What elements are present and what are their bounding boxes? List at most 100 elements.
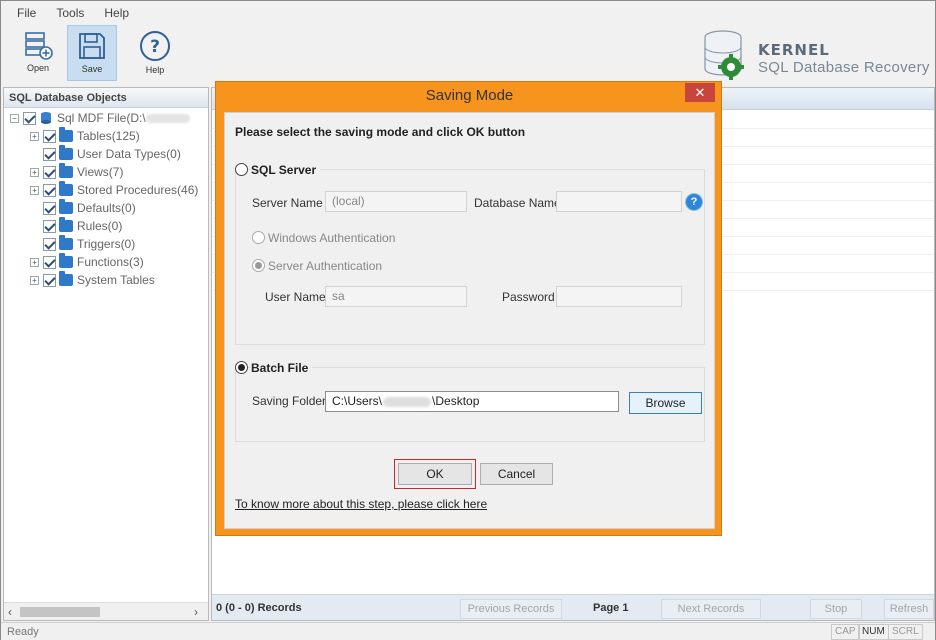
folder-icon [59, 163, 73, 178]
sql-server-radio[interactable] [235, 163, 248, 176]
server-auth-radio[interactable] [252, 259, 265, 272]
menu-file[interactable]: File [7, 5, 46, 21]
help-circle-icon[interactable]: ? [686, 194, 702, 210]
checkbox[interactable] [43, 201, 56, 215]
pager-bar: 0 (0 - 0) Records Previous Records Page … [212, 594, 934, 620]
expand-icon[interactable]: + [30, 167, 39, 177]
database-name-input[interactable] [556, 191, 682, 212]
server-name-input[interactable]: (local) [325, 191, 467, 212]
checkbox[interactable] [43, 255, 56, 269]
checkbox[interactable] [43, 273, 56, 287]
browse-button[interactable]: Browse [629, 392, 702, 414]
menu-tools[interactable]: Tools [46, 5, 94, 21]
cancel-button[interactable]: Cancel [480, 463, 553, 485]
records-count: 0 (0 - 0) Records [216, 602, 302, 614]
folder-icon [59, 127, 73, 142]
save-floppy-icon [79, 33, 105, 59]
tree-item-stored-procedures[interactable]: + Stored Procedures(46) [30, 181, 198, 199]
batch-file-label[interactable]: Batch File [251, 361, 313, 375]
expand-icon[interactable]: + [30, 257, 39, 267]
save-button[interactable]: Save [67, 25, 117, 81]
tree-item-tables[interactable]: + Tables(125) [30, 127, 140, 145]
folder-icon [59, 145, 73, 160]
tree-item-label: User Data Types(0) [77, 147, 181, 161]
open-database-icon [25, 32, 53, 60]
refresh-button[interactable]: Refresh [884, 599, 934, 619]
saving-mode-dialog: Saving Mode ✕ Please select the saving m… [215, 81, 722, 536]
checkbox[interactable] [43, 147, 56, 161]
server-auth-label: Server Authentication [268, 259, 383, 273]
batch-file-radio[interactable] [235, 361, 248, 374]
scroll-right-icon[interactable]: › [194, 605, 198, 619]
help-label: Help [145, 65, 165, 75]
open-label: Open [26, 63, 50, 73]
dialog-body: Please select the saving mode and click … [224, 112, 715, 529]
brand-title: KERNEL [758, 41, 830, 59]
password-input[interactable] [556, 286, 682, 307]
redacted-username [383, 396, 432, 407]
tree-item-label: Triggers(0) [77, 237, 136, 251]
tree-item-views[interactable]: + Views(7) [30, 163, 123, 181]
checkbox[interactable] [43, 165, 56, 179]
folder-icon [59, 199, 73, 214]
ok-button[interactable]: OK [398, 463, 472, 485]
brand-subtitle: SQL Database Recovery [758, 59, 930, 76]
status-bar: Ready CAP NUM SCRL [1, 622, 935, 640]
tree-pane: SQL Database Objects − Sql MDF File(D:\ … [3, 87, 209, 621]
tree-item-functions[interactable]: + Functions(3) [30, 253, 144, 271]
folder-icon [59, 271, 73, 286]
tree-item-label: Tables(125) [77, 129, 140, 143]
saving-folder-input[interactable]: C:\Users\ \Desktop [325, 391, 619, 412]
tree-horizontal-scrollbar[interactable]: ‹ › [4, 602, 208, 620]
scroll-thumb[interactable] [20, 607, 100, 617]
tree-item-user-data-types[interactable]: User Data Types(0) [43, 145, 181, 163]
dialog-title: Saving Mode [425, 87, 514, 104]
page-indicator: Page 1 [593, 602, 629, 614]
previous-records-button[interactable]: Previous Records [460, 599, 562, 619]
tree-item-label: Functions(3) [77, 255, 144, 269]
checkbox[interactable] [43, 183, 56, 197]
folder-icon [59, 217, 73, 232]
stop-button[interactable]: Stop [810, 599, 862, 619]
tree-root-row[interactable]: − Sql MDF File(D:\ [10, 109, 190, 127]
scroll-left-icon[interactable]: ‹ [8, 605, 12, 619]
folder-icon [59, 253, 73, 268]
tree-item-label: Stored Procedures(46) [77, 183, 199, 197]
status-text: Ready [7, 626, 39, 638]
tree-header: SQL Database Objects [4, 88, 208, 108]
tree-item-system-tables[interactable]: + System Tables [30, 271, 155, 289]
checkbox[interactable] [43, 219, 56, 233]
tree-item-triggers[interactable]: Triggers(0) [43, 235, 135, 253]
checkbox[interactable] [23, 111, 36, 125]
user-name-label: User Name [265, 290, 326, 304]
expand-icon[interactable]: + [30, 185, 39, 195]
database-icon [41, 112, 51, 124]
database-name-label: Database Name [474, 196, 561, 210]
password-label: Password [502, 290, 555, 304]
windows-auth-radio[interactable] [252, 231, 265, 244]
sql-server-label[interactable]: SQL Server [251, 163, 321, 177]
server-name-label: Server Name [252, 196, 323, 210]
checkbox[interactable] [43, 237, 56, 251]
expand-icon[interactable]: + [30, 131, 39, 141]
path-prefix: C:\Users\ [332, 394, 383, 408]
tree-item-rules[interactable]: Rules(0) [43, 217, 122, 235]
next-records-button[interactable]: Next Records [661, 599, 761, 619]
menu-help[interactable]: Help [94, 5, 139, 21]
scroll-lock-indicator: SCRL [888, 624, 923, 640]
tree-root-label: Sql MDF File(D:\ [57, 111, 146, 125]
menu-bar: File Tools Help [7, 5, 139, 21]
redacted-path [145, 113, 190, 123]
tree-item-label: Views(7) [77, 165, 124, 179]
tree-item-defaults[interactable]: Defaults(0) [43, 199, 136, 217]
help-link[interactable]: To know more about this step, please cli… [235, 497, 487, 511]
save-label: Save [81, 64, 103, 74]
checkbox[interactable] [43, 129, 56, 143]
user-name-input[interactable]: sa [325, 286, 467, 307]
folder-icon [59, 235, 73, 250]
collapse-icon[interactable]: − [10, 113, 19, 123]
close-icon[interactable]: ✕ [685, 83, 715, 102]
expand-icon[interactable]: + [30, 275, 39, 285]
open-button[interactable]: Open [13, 25, 63, 81]
help-button[interactable]: ? Help [130, 25, 180, 81]
